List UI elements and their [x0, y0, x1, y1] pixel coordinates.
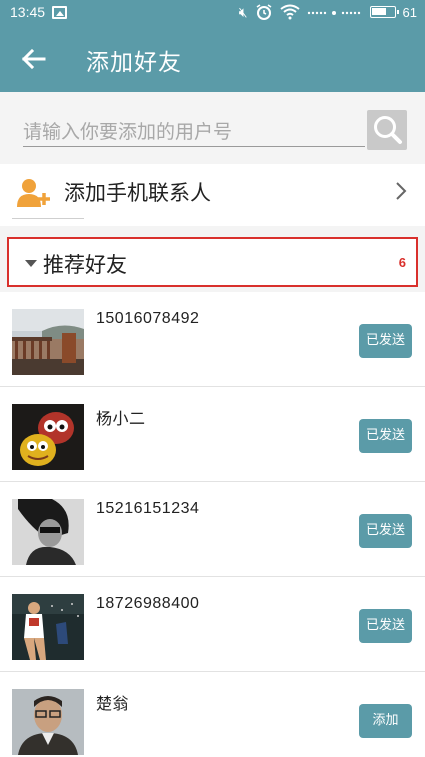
- divider: [12, 218, 84, 219]
- wifi-icon: [279, 4, 300, 20]
- recommend-count-badge: 6: [398, 255, 406, 270]
- friend-name: 15016078492: [96, 310, 200, 327]
- list-item[interactable]: 15016078492 已发送: [0, 292, 425, 387]
- search-area: [0, 92, 425, 164]
- avatar: [12, 594, 84, 660]
- picture-icon: [52, 6, 67, 19]
- list-item[interactable]: 楚翁 添加: [0, 672, 425, 757]
- signal-icon: [307, 11, 360, 15]
- page-title: 添加好友: [86, 50, 182, 76]
- list-item[interactable]: 杨小二 已发送: [0, 387, 425, 482]
- add-contact-icon: [17, 179, 50, 207]
- status-bar: 13:45 🔇︎ 61: [0, 0, 425, 26]
- recommend-friends-label: 推荐好友: [43, 253, 127, 277]
- add-button[interactable]: 添加: [359, 704, 412, 738]
- sent-button[interactable]: 已发送: [359, 419, 412, 453]
- triangle-down-icon: [25, 260, 37, 267]
- list-item[interactable]: 18726988400 已发送: [0, 577, 425, 672]
- friend-name: 15216151234: [96, 500, 200, 517]
- sent-button[interactable]: 已发送: [359, 324, 412, 358]
- sent-button[interactable]: 已发送: [359, 609, 412, 643]
- chevron-right-icon: [396, 182, 407, 200]
- friend-name: 18726988400: [96, 595, 200, 612]
- add-phone-contacts-label: 添加手机联系人: [64, 181, 211, 205]
- friend-name: 杨小二: [96, 411, 146, 428]
- battery-icon: [369, 6, 399, 18]
- app-bar: 添加好友: [0, 26, 425, 92]
- avatar: [12, 309, 84, 375]
- avatar: [12, 689, 84, 755]
- friend-list: 15016078492 已发送 杨小二 已发送 15216151234 已发送 …: [0, 292, 425, 757]
- friend-name: 楚翁: [96, 696, 130, 713]
- search-icon: [374, 116, 402, 144]
- status-time: 13:45: [10, 4, 46, 20]
- sent-button[interactable]: 已发送: [359, 514, 412, 548]
- avatar: [12, 404, 84, 470]
- list-item[interactable]: 15216151234 已发送: [0, 482, 425, 577]
- recommend-friends-header[interactable]: 推荐好友 6: [7, 237, 418, 287]
- search-button[interactable]: [367, 110, 407, 150]
- alarm-icon: [256, 4, 271, 20]
- add-phone-contacts-row[interactable]: 添加手机联系人: [0, 164, 425, 226]
- avatar: [12, 499, 84, 565]
- search-input[interactable]: [23, 117, 365, 147]
- status-icons: 🔇︎ 61: [239, 3, 417, 21]
- mute-icon: 🔇︎: [238, 4, 248, 20]
- battery-level: 61: [402, 4, 417, 20]
- arrow-left-icon[interactable]: [18, 44, 48, 74]
